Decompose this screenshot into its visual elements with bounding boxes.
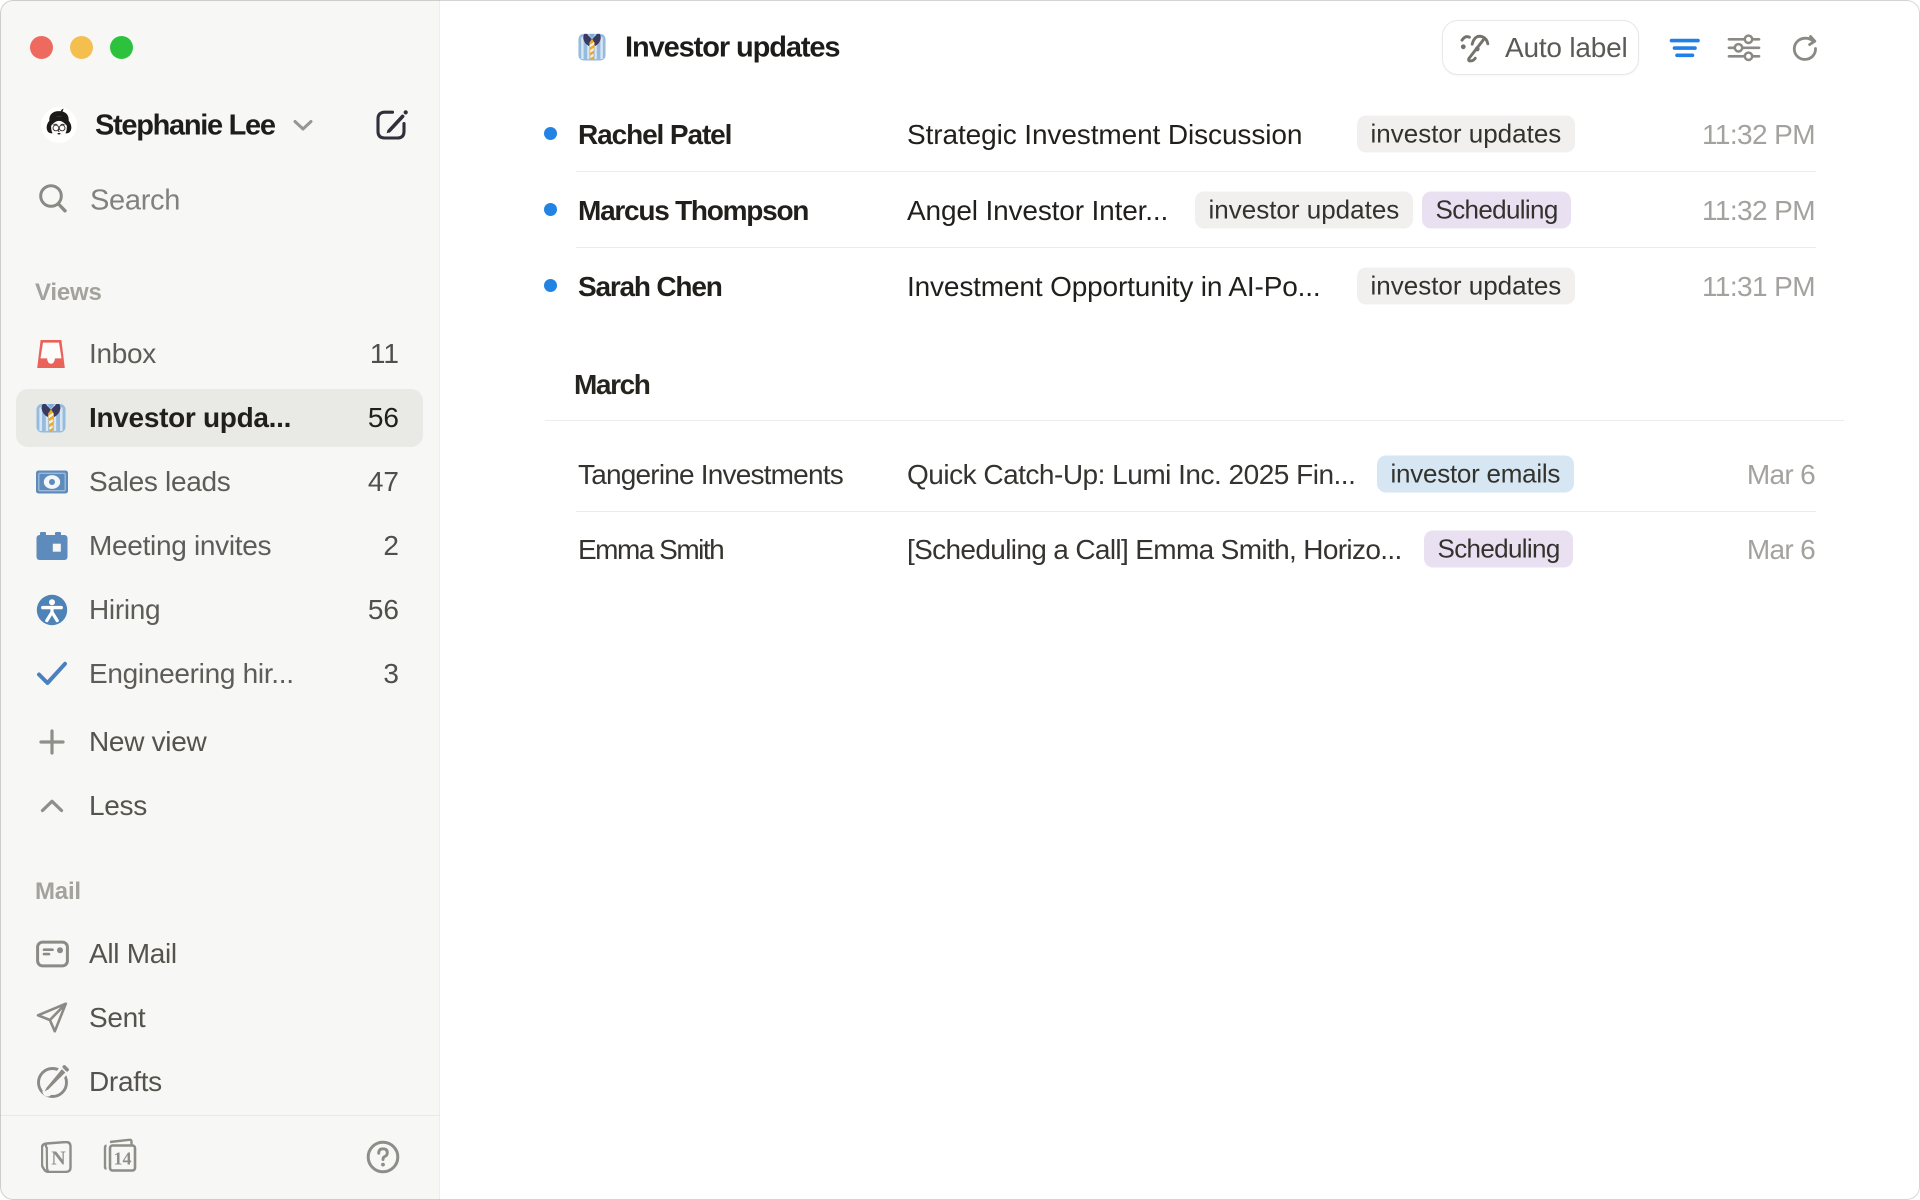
svg-text:14: 14	[114, 1149, 132, 1169]
svg-text:N: N	[51, 1148, 66, 1170]
